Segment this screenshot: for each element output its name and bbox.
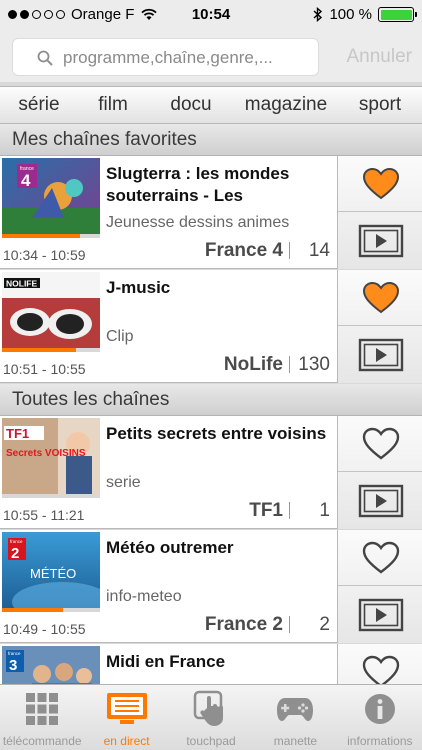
tab-label: télécommande — [2, 734, 82, 748]
divider — [289, 616, 290, 633]
play-button[interactable] — [338, 473, 422, 529]
genre-tab-docu[interactable]: docu — [148, 94, 234, 116]
channel-logo-text: TF1 — [6, 426, 29, 441]
thumbnail-caption: Secrets VOISINS — [6, 448, 86, 459]
genre-tab-film[interactable]: film — [78, 94, 148, 116]
play-screen-icon — [358, 598, 403, 632]
battery-icon — [378, 7, 417, 22]
tab-en-direct[interactable]: en direct — [84, 685, 168, 750]
row-actions — [337, 416, 422, 529]
program-row[interactable]: NOLIFE 10:51 - 10:55 J-music Clip NoLife… — [0, 270, 422, 383]
program-thumbnail: france 2 MÉTÉO — [2, 532, 100, 608]
row-actions — [337, 156, 422, 269]
tab-informations[interactable]: informations — [338, 685, 422, 750]
status-bar: Orange F 10:54 100 % — [0, 0, 422, 32]
heart-filled-icon — [362, 281, 399, 313]
row-actions — [337, 530, 422, 643]
program-title: Météo outremer — [106, 538, 234, 557]
genre-tab-sport[interactable]: sport — [338, 94, 422, 116]
tab-bar: télécommande en direct touchpad manette … — [0, 684, 422, 750]
search-bar: Annuler — [0, 32, 422, 82]
search-field[interactable] — [12, 38, 319, 76]
program-thumbnail: france 4 — [2, 158, 100, 234]
channel-logo-text: NOLIFE — [6, 279, 37, 289]
search-input[interactable] — [63, 45, 313, 71]
play-screen-icon — [358, 224, 403, 258]
tab-manette[interactable]: manette — [253, 685, 337, 750]
progress-bar — [2, 494, 100, 498]
channel-number: 1 — [319, 500, 330, 521]
channel-number: 2 — [319, 614, 330, 635]
program-title: Midi en France — [106, 652, 226, 671]
section-header-all-channels: Toutes les chaînes — [0, 384, 422, 416]
favorite-button[interactable] — [338, 416, 422, 472]
program-thumbnail: TF1 Secrets VOISINS — [2, 418, 100, 494]
program-row[interactable]: TF1 Secrets VOISINS 10:55 - 11:21 Petits… — [0, 416, 422, 529]
section-header-favorites: Mes chaînes favorites — [0, 124, 422, 156]
program-genre: info-meteo — [106, 588, 182, 605]
channel-name: France 2 — [204, 614, 283, 635]
genre-tabs: série film docu magazine sport — [0, 86, 422, 124]
svg-text:france: france — [8, 651, 21, 656]
info-icon — [364, 694, 395, 724]
favorite-button[interactable] — [338, 530, 422, 586]
tab-telecommande[interactable]: télécommande — [0, 685, 84, 750]
program-time: 10:34 - 10:59 — [3, 247, 86, 263]
divider — [289, 502, 290, 519]
play-button[interactable] — [338, 213, 422, 269]
touchpad-hand-icon — [193, 690, 224, 726]
play-screen-icon — [358, 484, 403, 518]
channel-logo-text: 4 — [21, 171, 31, 190]
tab-label: manette — [273, 734, 318, 748]
search-icon — [37, 50, 53, 66]
genre-tab-serie[interactable]: série — [0, 94, 78, 116]
program-row[interactable]: france 2 MÉTÉO 10:49 - 10:55 Météo outre… — [0, 530, 422, 643]
heart-outline-icon — [362, 541, 399, 574]
progress-bar — [2, 348, 100, 352]
divider — [289, 242, 290, 259]
tab-label: en direct — [103, 734, 150, 748]
battery-percent: 100 % — [329, 6, 372, 23]
channel-name: NoLife — [223, 354, 283, 375]
program-time: 10:51 - 10:55 — [3, 361, 86, 377]
channel-name: TF1 — [249, 500, 283, 521]
program-thumbnail: NOLIFE — [2, 272, 100, 348]
program-title: Slugterra : les mondes souterrains - Les — [106, 164, 290, 205]
tv-live-icon — [106, 693, 147, 724]
favorite-button[interactable] — [338, 270, 422, 326]
channel-name: France 4 — [204, 240, 283, 261]
program-genre: Jeunesse dessins animes — [106, 214, 290, 231]
program-time: 10:49 - 10:55 — [3, 621, 86, 637]
remote-grid-icon — [26, 693, 59, 725]
genre-tab-magazine[interactable]: magazine — [234, 94, 338, 116]
progress-bar — [2, 608, 100, 612]
tab-label: informations — [347, 734, 413, 748]
row-actions — [337, 270, 422, 383]
svg-text:france: france — [10, 539, 23, 544]
tab-touchpad[interactable]: touchpad — [169, 685, 253, 750]
program-time: 10:55 - 11:21 — [3, 507, 85, 523]
play-screen-icon — [358, 338, 403, 372]
program-title: J-music — [106, 278, 171, 297]
tab-label: touchpad — [186, 734, 236, 748]
program-title: Petits secrets entre voisins — [106, 424, 327, 443]
heart-outline-icon — [362, 427, 399, 460]
cancel-button[interactable]: Annuler — [347, 46, 413, 68]
gamepad-icon — [277, 698, 314, 721]
channel-logo-text: 3 — [9, 657, 17, 674]
thumbnail-caption: MÉTÉO — [30, 566, 76, 581]
program-row[interactable]: france 4 10:34 - 10:59 Slugterra : les m… — [0, 156, 422, 269]
play-button[interactable] — [338, 327, 422, 383]
bluetooth-icon — [313, 7, 323, 22]
divider — [289, 356, 290, 373]
program-genre: serie — [106, 474, 141, 491]
channel-number: 130 — [298, 354, 330, 375]
channel-logo-text: 2 — [11, 545, 19, 562]
progress-bar — [2, 234, 100, 238]
play-button[interactable] — [338, 587, 422, 643]
program-genre: Clip — [106, 328, 134, 345]
channel-number: 14 — [308, 240, 330, 261]
heart-filled-icon — [362, 167, 399, 199]
favorite-button[interactable] — [338, 156, 422, 212]
